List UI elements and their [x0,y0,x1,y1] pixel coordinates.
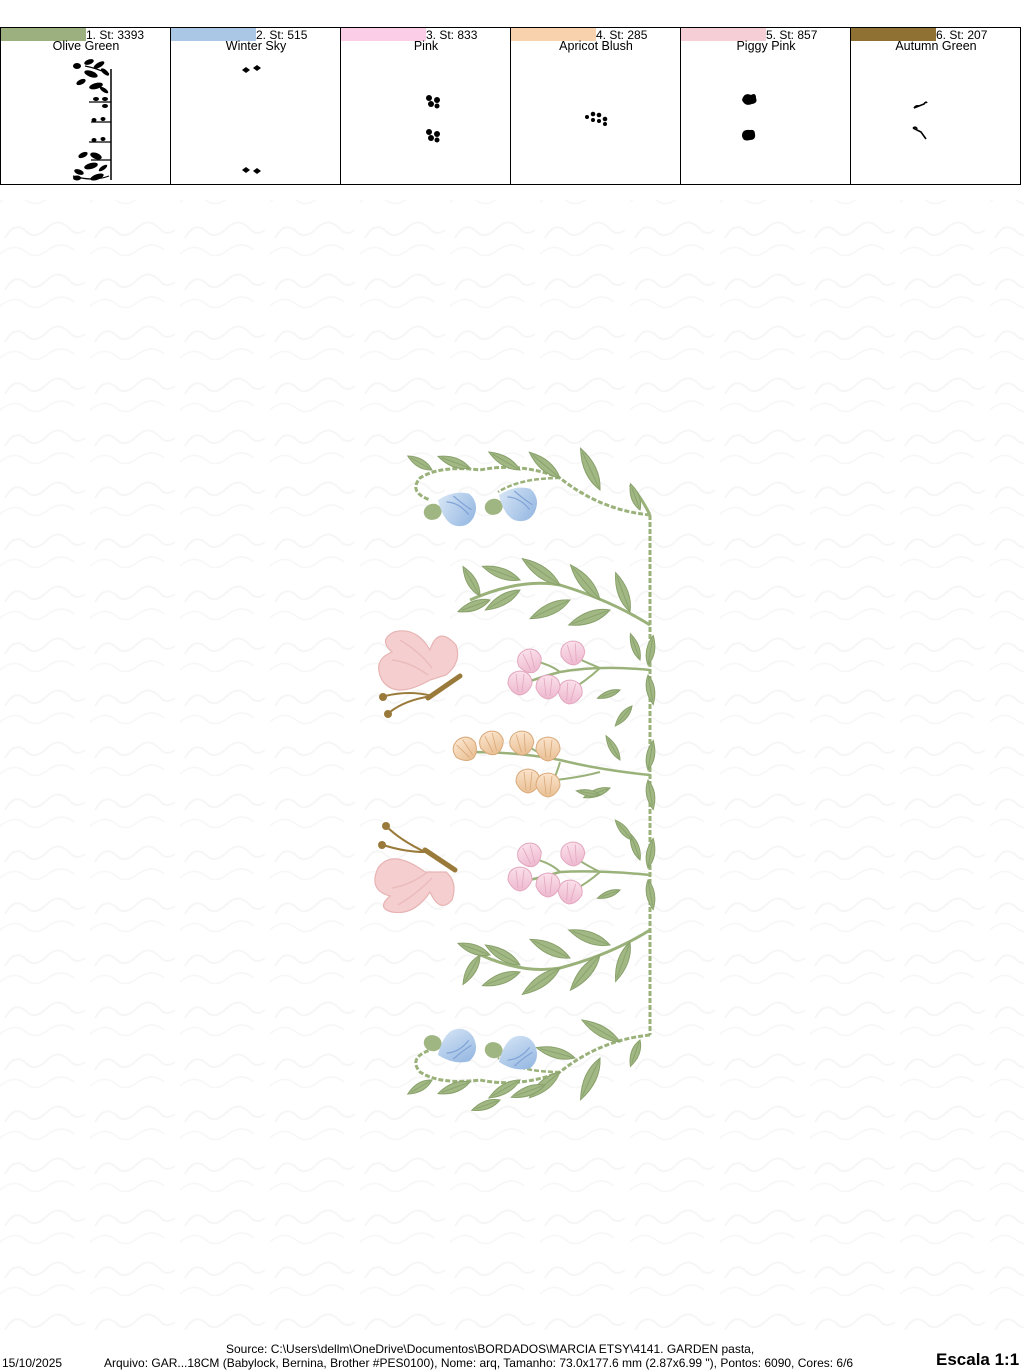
color-thumbnail [742,94,757,141]
color-cell-2[interactable]: 2. St: 515 Winter Sky [171,28,341,185]
color-thumbnail [585,111,608,126]
color-cell-6[interactable]: 6. St: 207 Autumn Green [851,28,1021,185]
color-name: Winter Sky [225,39,287,53]
color-cell-4[interactable]: 4. St: 285 Apricot Blush [511,28,681,185]
color-cell-5[interactable]: 5. St: 857 Piggy Pink [681,28,851,185]
date-label: 15/10/2025 [2,1356,63,1370]
color-thumbnail [426,95,440,143]
color-name: Piggy Pink [736,39,796,53]
color-thumbnail [912,101,928,140]
fabric-background [0,200,1024,1330]
embroidery-design [0,200,1024,1330]
color-sequence-strip: 1. St: 3393 Olive Green 2. St: 515 Winte… [0,27,1021,185]
color-name: Olive Green [52,39,120,53]
color-thumbnail [242,65,261,174]
source-path: Source: C:\Users\dellm\OneDrive\Document… [226,1342,755,1356]
color-cell-1[interactable]: 1. St: 3393 Olive Green [1,28,171,185]
color-thumbnail [72,59,112,181]
embroidery-preview [0,200,1024,1330]
file-info: Arquivo: GAR...18CM (Babylock, Bernina, … [104,1356,854,1370]
color-name: Apricot Blush [559,39,633,53]
color-name: Autumn Green [895,39,977,53]
footer-info: Source: C:\Users\dellm\OneDrive\Document… [0,1340,1024,1370]
color-name: Pink [413,39,439,53]
scale-label: Escala 1:1 [936,1350,1020,1369]
color-cell-3[interactable]: 3. St: 833 Pink [341,28,511,185]
